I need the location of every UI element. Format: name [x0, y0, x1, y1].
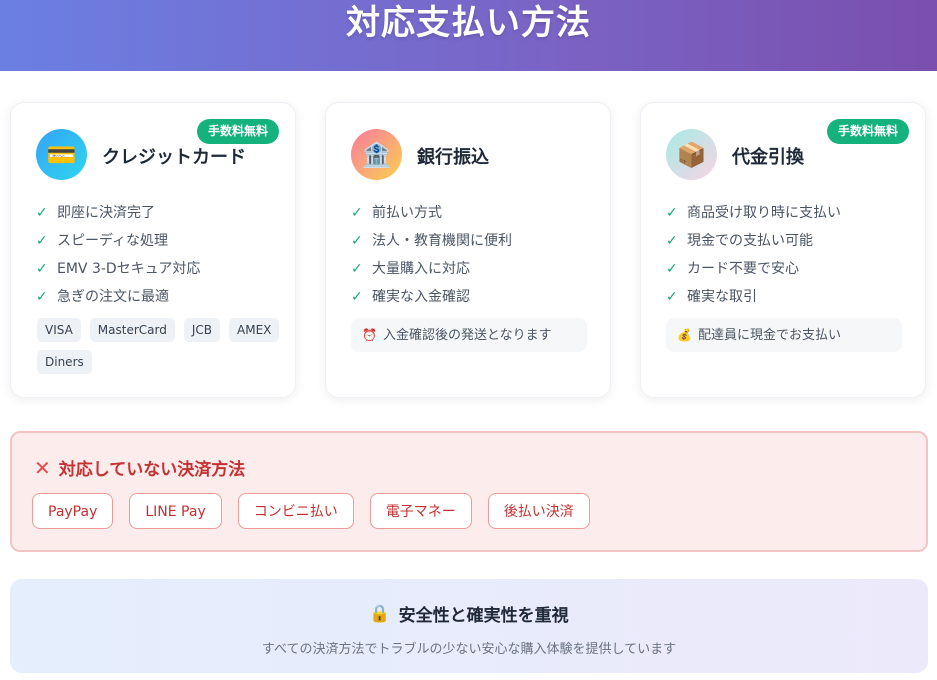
check-icon: ✓ — [666, 261, 678, 277]
package-icon: 📦 — [666, 129, 717, 180]
unsupported-methods-panel: ✕ 対応していない決済方法 PayPay LINE Pay コンビニ払い 電子マ… — [10, 431, 928, 552]
feature-item: ✓ 確実な入金確認 — [351, 283, 512, 311]
feature-text: 確実な入金確認 — [372, 289, 470, 305]
feature-item: ✓ スピーディな処理 — [36, 227, 200, 255]
feature-text: 大量購入に対応 — [372, 261, 470, 277]
fee-free-badge: 手数料無料 — [826, 119, 909, 144]
check-icon: ✓ — [36, 261, 48, 277]
feature-text: 現金での支払い可能 — [687, 233, 813, 249]
unsupported-title-text: 対応していない決済方法 — [58, 460, 246, 480]
feature-text: 商品受け取り時に支払い — [687, 205, 841, 221]
card-title: クレジットカード — [102, 147, 246, 168]
feature-item: ✓ 大量購入に対応 — [351, 255, 512, 283]
page-title: 対応支払い方法 — [346, 3, 591, 43]
check-icon: ✓ — [36, 233, 48, 249]
feature-item: ✓ 即座に決済完了 — [36, 199, 200, 227]
payment-card-cod: 手数料無料 📦 代金引換 ✓ 商品受け取り時に支払い ✓ 現金での支払い可能 ✓ カー… — [640, 102, 926, 398]
credit-card-icon: 💳 — [36, 129, 87, 180]
feature-text: スピーディな処理 — [57, 233, 169, 249]
check-icon: ✓ — [666, 233, 678, 249]
cod-note: 💰 配達員に現金でお支払い — [666, 318, 902, 352]
page-header: 対応支払い方法 — [0, 0, 937, 71]
feature-list: ✓ 前払い方式 ✓ 法人・教育機関に便利 ✓ 大量購入に対応 ✓ 確実な入金確認 — [351, 199, 512, 311]
brand-chip-mastercard: MasterCard — [89, 318, 175, 342]
feature-text: カード不要で安心 — [687, 261, 799, 277]
safety-description: すべての決済方法でトラブルの少ない安心な購入体験を提供しています — [261, 642, 677, 657]
note-text: 配達員に現金でお支払い — [697, 328, 841, 343]
feature-item: ✓ EMV 3-Dセキュア対応 — [36, 255, 200, 283]
check-icon: ✓ — [351, 289, 363, 305]
feature-item: ✓ 商品受け取り時に支払い — [666, 199, 841, 227]
unsupported-tag-postpay: 後払い決済 — [487, 493, 590, 529]
feature-text: 前払い方式 — [372, 205, 442, 221]
feature-item: ✓ 法人・教育機関に便利 — [351, 227, 512, 255]
feature-text: 即座に決済完了 — [57, 205, 155, 221]
money-bag-icon: 💰 — [677, 328, 692, 342]
card-title: 銀行振込 — [417, 147, 489, 168]
payment-card-credit: 手数料無料 💳 クレジットカード ✓ 即座に決済完了 ✓ スピーディな処理 ✓ EMV… — [10, 102, 296, 398]
alarm-clock-icon: ⏰ — [362, 328, 377, 342]
lock-icon: 🔒 — [369, 603, 391, 624]
feature-text: 法人・教育機関に便利 — [372, 233, 512, 249]
feature-item: ✓ 現金での支払い可能 — [666, 227, 841, 255]
feature-item: ✓ 急ぎの注文に最適 — [36, 283, 200, 311]
unsupported-tag-linepay: LINE Pay — [129, 493, 222, 529]
feature-list: ✓ 商品受け取り時に支払い ✓ 現金での支払い可能 ✓ カード不要で安心 ✓ 確実な取引 — [666, 199, 841, 311]
feature-item: ✓ カード不要で安心 — [666, 255, 841, 283]
fee-free-badge: 手数料無料 — [196, 119, 279, 144]
feature-text: 確実な取引 — [687, 289, 757, 305]
brand-chip-amex: AMEX — [229, 318, 280, 342]
check-icon: ✓ — [36, 289, 48, 305]
note-text: 入金確認後の発送となります — [382, 328, 552, 343]
bank-icon: 🏦 — [351, 129, 402, 180]
check-icon: ✓ — [351, 261, 363, 277]
feature-list: ✓ 即座に決済完了 ✓ スピーディな処理 ✓ EMV 3-Dセキュア対応 ✓ 急ぎの注文… — [36, 199, 200, 311]
unsupported-title: ✕ 対応していない決済方法 — [34, 455, 246, 481]
card-title: 代金引換 — [732, 147, 804, 168]
safety-title-text: 安全性と確実性を重視 — [398, 606, 569, 626]
check-icon: ✓ — [351, 233, 363, 249]
brand-chip-visa: VISA — [37, 318, 81, 342]
check-icon: ✓ — [351, 205, 363, 221]
payment-card-bank: 🏦 銀行振込 ✓ 前払い方式 ✓ 法人・教育機関に便利 ✓ 大量購入に対応 ✓ 確実な入… — [325, 102, 611, 398]
feature-text: 急ぎの注文に最適 — [57, 289, 169, 305]
feature-item: ✓ 前払い方式 — [351, 199, 512, 227]
safety-title: 🔒 安全性と確実性を重視 — [10, 601, 928, 627]
brand-chip-jcb: JCB — [183, 318, 221, 342]
check-icon: ✓ — [666, 205, 678, 221]
cross-mark-icon: ✕ — [34, 455, 51, 480]
safety-banner: 🔒 安全性と確実性を重視 すべての決済方法でトラブルの少ない安心な購入体験を提供… — [10, 579, 928, 673]
unsupported-tag-emoney: 電子マネー — [369, 493, 472, 529]
unsupported-tag-convenience: コンビニ払い — [237, 493, 354, 529]
brand-chip-diners: Diners — [37, 350, 92, 374]
card-brand-list: VISA MasterCard JCB AMEX Diners — [37, 318, 287, 374]
unsupported-tag-paypay: PayPay — [32, 493, 114, 529]
shipping-note: ⏰ 入金確認後の発送となります — [351, 318, 587, 352]
feature-item: ✓ 確実な取引 — [666, 283, 841, 311]
check-icon: ✓ — [36, 205, 48, 221]
unsupported-method-list: PayPay LINE Pay コンビニ払い 電子マネー 後払い決済 — [32, 493, 590, 529]
feature-text: EMV 3-Dセキュア対応 — [57, 261, 201, 277]
check-icon: ✓ — [666, 289, 678, 305]
